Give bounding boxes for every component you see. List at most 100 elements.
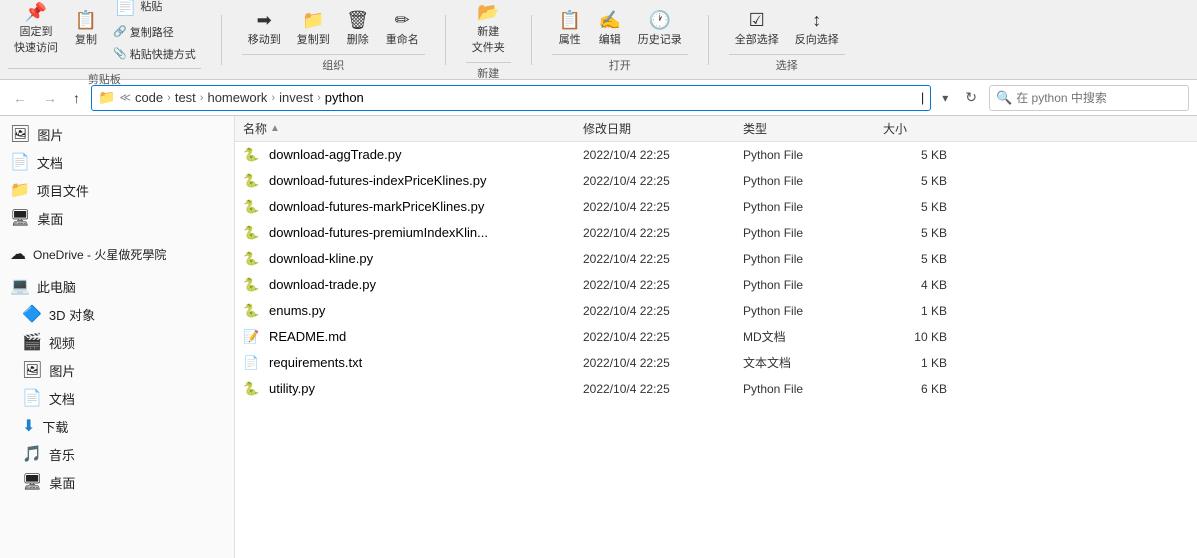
copy-path-icon: 🔗 — [113, 25, 127, 38]
invert-select-button[interactable]: ↕ 反向选择 — [789, 7, 845, 50]
delete-icon: 🗑 — [346, 10, 369, 31]
file-row[interactable]: 🐍 download-aggTrade.py 2022/10/4 22:25 P… — [235, 142, 1197, 168]
file-size: 1 KB — [883, 304, 963, 318]
file-row[interactable]: 🐍 download-futures-indexPriceKlines.py 2… — [235, 168, 1197, 194]
sidebar-item-video[interactable]: 🎬 视频 — [0, 328, 234, 356]
move-icon: ➡ — [257, 10, 272, 31]
file-row[interactable]: 🐍 download-kline.py 2022/10/4 22:25 Pyth… — [235, 246, 1197, 272]
file-size: 1 KB — [883, 356, 963, 370]
sidebar-item-desktop2[interactable]: 🖥 桌面 — [0, 468, 234, 496]
col-header-name[interactable]: 名称 ▲ — [243, 120, 583, 137]
edit-button[interactable]: ✍ 编辑 — [592, 7, 628, 50]
file-name: download-futures-markPriceKlines.py — [269, 199, 583, 214]
file-type: Python File — [743, 382, 883, 396]
breadcrumb-python[interactable]: python — [325, 90, 364, 105]
sidebar-item-onedrive[interactable]: ☁ OneDrive - 火星做死學院 — [0, 240, 234, 268]
sidebar-item-pictures2[interactable]: 🖼 图片 — [0, 356, 234, 384]
back-button[interactable]: ← — [8, 87, 32, 109]
organize-row: ➡ 移动到 📁 复制到 🗑 删除 ✏ 重命名 — [242, 7, 425, 50]
search-input[interactable] — [1016, 91, 1182, 105]
sidebar-item-desktop[interactable]: 🖥 桌面 — [0, 204, 234, 232]
organize-label: 组织 — [242, 54, 425, 73]
file-row[interactable]: 🐍 download-trade.py 2022/10/4 22:25 Pyth… — [235, 272, 1197, 298]
file-name: requirements.txt — [269, 355, 583, 370]
file-size: 5 KB — [883, 148, 963, 162]
file-date: 2022/10/4 22:25 — [583, 200, 743, 214]
col-header-size[interactable]: 大小 — [883, 120, 963, 137]
clipboard-label: 剪贴板 — [8, 68, 201, 87]
refresh-button[interactable]: ↻ — [959, 86, 983, 109]
file-date: 2022/10/4 22:25 — [583, 148, 743, 162]
breadcrumb-test[interactable]: test — [175, 90, 196, 105]
file-size: 6 KB — [883, 382, 963, 396]
file-date: 2022/10/4 22:25 — [583, 278, 743, 292]
sidebar-item-label: 图片 — [37, 125, 63, 144]
move-to-button[interactable]: ➡ 移动到 — [242, 7, 287, 50]
file-row[interactable]: 🐍 download-futures-markPriceKlines.py 20… — [235, 194, 1197, 220]
delete-button[interactable]: 🗑 删除 — [340, 7, 376, 50]
main-content: 🖼 图片 📄 文档 📁 项目文件 🖥 桌面 ☁ OneDrive - 火星做死學… — [0, 116, 1197, 558]
breadcrumb-bar[interactable]: 📁 ≪ code › test › homework › invest › py… — [91, 85, 931, 111]
music-icon: 🎵 — [22, 444, 42, 464]
sidebar-item-thispc[interactable]: 💻 此电脑 — [0, 272, 234, 300]
copy-icon: 📋 — [75, 10, 97, 31]
select-group: ☑ 全部选择 ↕ 反向选择 选择 — [729, 7, 845, 73]
copy-button[interactable]: 📋 复制 — [68, 7, 104, 50]
select-all-button[interactable]: ☑ 全部选择 — [729, 7, 785, 50]
forward-button[interactable]: → — [38, 87, 62, 109]
copy-path-button[interactable]: 🔗 复制路径 — [108, 22, 201, 42]
sidebar-item-pictures[interactable]: 🖼 图片 — [0, 120, 234, 148]
file-row[interactable]: 📝 README.md 2022/10/4 22:25 MD文档 10 KB — [235, 324, 1197, 350]
properties-button[interactable]: 📋 属性 — [552, 7, 588, 50]
file-row[interactable]: 🐍 utility.py 2022/10/4 22:25 Python File… — [235, 376, 1197, 402]
pc-icon: 💻 — [10, 276, 30, 296]
file-name: utility.py — [269, 381, 583, 396]
breadcrumb-homework[interactable]: homework — [207, 90, 267, 105]
breadcrumb-code[interactable]: code — [135, 90, 163, 105]
python-file-icon: 🐍 — [243, 381, 263, 397]
paste-shortcut-button[interactable]: 📎 粘贴快捷方式 — [108, 44, 201, 64]
sidebar-item-download[interactable]: ⬇ 下载 — [0, 412, 234, 440]
file-type: Python File — [743, 252, 883, 266]
pictures2-icon: 🖼 — [22, 360, 42, 380]
breadcrumb-separator-0: ≪ — [119, 91, 131, 104]
file-date: 2022/10/4 22:25 — [583, 226, 743, 240]
breadcrumb-dropdown-button[interactable]: ▾ — [937, 88, 953, 108]
breadcrumb-invest[interactable]: invest — [279, 90, 313, 105]
select-row: ☑ 全部选择 ↕ 反向选择 — [729, 7, 845, 50]
copy-to-button[interactable]: 📁 复制到 — [291, 7, 336, 50]
pictures-icon: 🖼 — [10, 124, 30, 144]
sidebar-item-docs[interactable]: 📄 文档 — [0, 148, 234, 176]
3d-icon: 🔷 — [22, 304, 42, 324]
sidebar-item-music[interactable]: 🎵 音乐 — [0, 440, 234, 468]
toolbar: 📌 固定到 快速访问 📋 复制 📄 粘贴 🔗 复制路径 📎 粘贴快捷方式 — [0, 0, 1197, 80]
new-label: 新建 — [466, 62, 511, 81]
up-button[interactable]: ↑ — [68, 87, 85, 109]
new-folder-button[interactable]: 📂 新建 文件夹 — [466, 0, 511, 58]
python-file-icon: 🐍 — [243, 277, 263, 293]
file-row[interactable]: 🐍 download-futures-premiumIndexKlin... 2… — [235, 220, 1197, 246]
sidebar-item-label: OneDrive - 火星做死學院 — [33, 246, 166, 263]
select-all-icon: ☑ — [749, 10, 765, 31]
rename-button[interactable]: ✏ 重命名 — [380, 7, 425, 50]
file-row[interactable]: 🐍 enums.py 2022/10/4 22:25 Python File 1… — [235, 298, 1197, 324]
invert-icon: ↕ — [812, 10, 821, 31]
sidebar-item-project[interactable]: 📁 项目文件 — [0, 176, 234, 204]
file-type: Python File — [743, 174, 883, 188]
pin-button[interactable]: 📌 固定到 快速访问 — [8, 0, 64, 58]
sidebar-item-docs2[interactable]: 📄 文档 — [0, 384, 234, 412]
video-icon: 🎬 — [22, 332, 42, 352]
python-file-icon: 🐍 — [243, 251, 263, 267]
paste-button[interactable]: 📄 粘贴 — [108, 0, 201, 20]
file-row[interactable]: 📄 requirements.txt 2022/10/4 22:25 文本文档 … — [235, 350, 1197, 376]
project-icon: 📁 — [10, 180, 30, 200]
col-header-date[interactable]: 修改日期 — [583, 120, 743, 137]
select-label: 选择 — [729, 54, 845, 73]
file-name: download-aggTrade.py — [269, 147, 583, 162]
history-button[interactable]: 🕐 历史记录 — [632, 7, 688, 50]
desktop2-icon: 🖥 — [22, 472, 42, 492]
new-folder-icon: 📂 — [477, 2, 499, 23]
col-header-type[interactable]: 类型 — [743, 120, 883, 137]
sidebar-item-3d[interactable]: 🔷 3D 对象 — [0, 300, 234, 328]
sidebar-item-label: 视频 — [49, 333, 75, 352]
